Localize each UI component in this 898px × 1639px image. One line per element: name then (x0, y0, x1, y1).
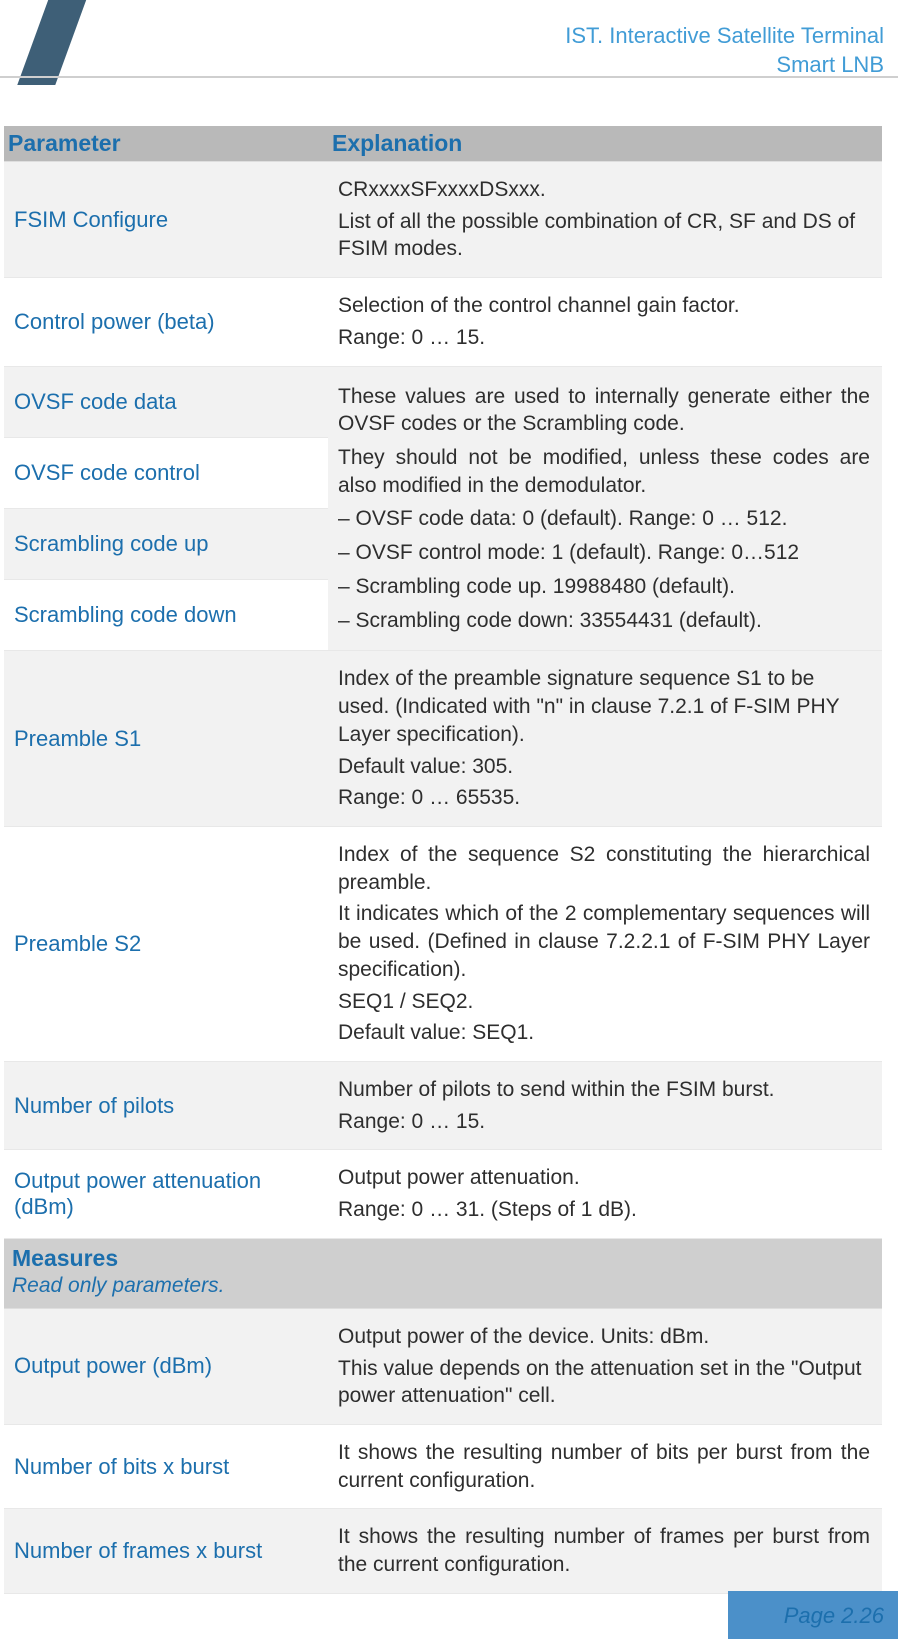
param-cell: Control power (beta) (4, 278, 328, 366)
table-row: Number of frames x burst It shows the re… (4, 1509, 882, 1593)
expl-text: SEQ1 / SEQ2. (338, 988, 870, 1016)
logo-slash-icon (10, 0, 100, 85)
expl-text: Output power of the device. Units: dBm. (338, 1323, 870, 1351)
param-cell: Scrambling code up (4, 508, 328, 579)
expl-text: Default value: SEQ1. (338, 1019, 870, 1047)
param-cell: FSIM Configure (4, 162, 328, 278)
section-subtitle: Read only parameters. (12, 1274, 874, 1298)
table-row: Number of bits x burst It shows the resu… (4, 1425, 882, 1509)
expl-cell: Index of the sequence S2 constituting th… (328, 826, 882, 1061)
col-parameter-header: Parameter (4, 126, 328, 162)
expl-cell: Selection of the control channel gain fa… (328, 278, 882, 366)
header-title-line1: IST. Interactive Satellite Terminal (565, 22, 884, 51)
page-header: IST. Interactive Satellite Terminal Smar… (0, 10, 898, 82)
expl-text: These values are used to internally gene… (338, 383, 870, 438)
header-title: IST. Interactive Satellite Terminal Smar… (565, 22, 884, 79)
expl-text: It shows the resulting number of frames … (338, 1523, 870, 1578)
section-header-row: Measures Read only parameters. (4, 1238, 882, 1308)
param-cell: Number of frames x burst (4, 1509, 328, 1593)
col-explanation-header: Explanation (328, 126, 882, 162)
param-cell: Scrambling code down (4, 580, 328, 651)
table-header-row: Parameter Explanation (4, 126, 882, 162)
expl-text: List of all the possible combination of … (338, 208, 870, 263)
table-row: Preamble S1 Index of the preamble signat… (4, 651, 882, 827)
param-cell: Preamble S2 (4, 826, 328, 1061)
header-title-line2: Smart LNB (565, 51, 884, 80)
expl-text: This value depends on the attenuation se… (338, 1355, 870, 1410)
expl-text: OVSF code data: 0 (default). Range: 0 … … (338, 505, 870, 533)
expl-cell: Output power of the device. Units: dBm. … (328, 1308, 882, 1424)
table-row: Control power (beta) Selection of the co… (4, 278, 882, 366)
header-divider (0, 76, 898, 78)
parameter-table: Parameter Explanation FSIM Configure CRx… (4, 126, 882, 1594)
table-row: OVSF code data These values are used to … (4, 366, 882, 437)
expl-text: Output power attenuation. (338, 1164, 870, 1192)
expl-text: Range: 0 … 15. (338, 1108, 870, 1136)
param-cell: OVSF code control (4, 437, 328, 508)
param-cell: OVSF code data (4, 366, 328, 437)
table-row: Output power attenuation (dBm) Output po… (4, 1150, 882, 1238)
section-title: Measures (12, 1245, 874, 1272)
param-cell: Output power attenuation (dBm) (4, 1150, 328, 1238)
param-cell: Preamble S1 (4, 651, 328, 827)
section-header-cell: Measures Read only parameters. (4, 1238, 882, 1308)
expl-cell: Output power attenuation. Range: 0 … 31.… (328, 1150, 882, 1238)
table-row: Number of pilots Number of pilots to sen… (4, 1061, 882, 1149)
expl-text: Selection of the control channel gain fa… (338, 292, 870, 320)
expl-text: Default value: 305. (338, 753, 870, 781)
expl-text: It indicates which of the 2 complementar… (338, 900, 870, 983)
param-cell: Number of bits x burst (4, 1425, 328, 1509)
expl-cell: These values are used to internally gene… (328, 366, 882, 651)
expl-cell: It shows the resulting number of bits pe… (328, 1425, 882, 1509)
content-area: Parameter Explanation FSIM Configure CRx… (4, 126, 882, 1594)
expl-text: It shows the resulting number of bits pe… (338, 1439, 870, 1494)
expl-text: Index of the preamble signature sequence… (338, 665, 870, 748)
table-row: Output power (dBm) Output power of the d… (4, 1308, 882, 1424)
expl-cell: Index of the preamble signature sequence… (328, 651, 882, 827)
expl-text: Index of the sequence S2 constituting th… (338, 841, 870, 896)
param-cell: Output power (dBm) (4, 1308, 328, 1424)
expl-cell: Number of pilots to send within the FSIM… (328, 1061, 882, 1149)
table-row: FSIM Configure CRxxxxSFxxxxDSxxx. List o… (4, 162, 882, 278)
expl-text: Scrambling code up. 19988480 (default). (338, 573, 870, 601)
expl-text: Scrambling code down: 33554431 (default)… (338, 607, 870, 635)
expl-text: Range: 0 … 15. (338, 324, 870, 352)
expl-text: CRxxxxSFxxxxDSxxx. (338, 176, 870, 204)
expl-text: Range: 0 … 31. (Steps of 1 dB). (338, 1196, 870, 1224)
param-cell: Number of pilots (4, 1061, 328, 1149)
page-number: Page 2.26 (784, 1603, 884, 1629)
expl-text: Range: 0 … 65535. (338, 784, 870, 812)
expl-cell: It shows the resulting number of frames … (328, 1509, 882, 1593)
expl-text: They should not be modified, unless thes… (338, 444, 870, 499)
expl-text: Number of pilots to send within the FSIM… (338, 1076, 870, 1104)
expl-text: OVSF control mode: 1 (default). Range: 0… (338, 539, 870, 567)
expl-cell: CRxxxxSFxxxxDSxxx. List of all the possi… (328, 162, 882, 278)
table-row: Preamble S2 Index of the sequence S2 con… (4, 826, 882, 1061)
